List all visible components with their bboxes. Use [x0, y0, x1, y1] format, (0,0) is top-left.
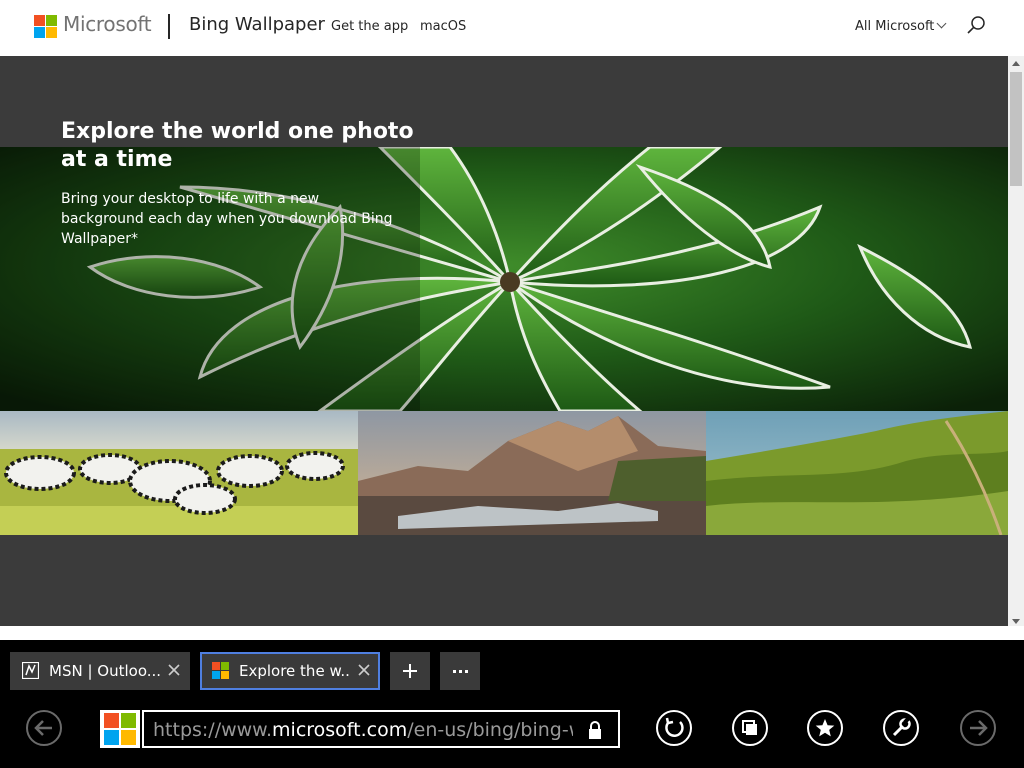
- tools-button[interactable]: [883, 710, 919, 746]
- scroll-up-icon[interactable]: [1012, 61, 1020, 66]
- site-identity-button[interactable]: [100, 710, 140, 748]
- tab-msn[interactable]: MSN | Outloo...: [10, 652, 190, 690]
- microsoft-logo-icon[interactable]: [34, 15, 57, 38]
- get-the-app-link[interactable]: Get the app: [331, 19, 408, 34]
- page-scrollbar[interactable]: [1008, 56, 1024, 630]
- top-navigation: Microsoft Bing Wallpaper Get the app mac…: [0, 0, 1008, 56]
- hero-succulent-image: [0, 147, 1008, 411]
- arrow-right-icon: [970, 720, 988, 736]
- tab-explore-active[interactable]: Explore the w...: [200, 652, 380, 690]
- microsoft-wordmark[interactable]: Microsoft: [63, 12, 152, 36]
- zebra-thumbnail: [0, 411, 358, 535]
- hero-subtitle: Bring your desktop to life with a new ba…: [61, 191, 393, 247]
- product-name-link[interactable]: Bing Wallpaper: [189, 14, 325, 35]
- wrench-icon: [892, 717, 911, 737]
- address-bar[interactable]: https://www.microsoft.com/en-us/bing/bin…: [142, 710, 620, 748]
- msn-icon: [22, 662, 39, 679]
- tabs-button[interactable]: [732, 710, 768, 746]
- scroll-down-icon[interactable]: [1012, 619, 1020, 624]
- all-microsoft-menu[interactable]: All Microsoft: [855, 18, 947, 34]
- refresh-icon: [665, 717, 684, 737]
- microsoft-logo-icon: [212, 662, 229, 679]
- new-tab-button[interactable]: [390, 652, 430, 690]
- close-icon[interactable]: [167, 663, 181, 677]
- star-icon: [815, 719, 835, 737]
- mountain-thumbnail: [358, 411, 706, 535]
- search-icon[interactable]: [966, 15, 986, 35]
- all-microsoft-label: All Microsoft: [855, 19, 935, 34]
- macos-link[interactable]: macOS: [420, 19, 466, 34]
- back-button[interactable]: [26, 710, 62, 746]
- arrow-left-icon: [34, 720, 52, 736]
- hero-title: Explore the world one photo at a time: [61, 119, 414, 172]
- scroll-thumb[interactable]: [1010, 72, 1022, 186]
- pages-icon: [742, 720, 757, 735]
- refresh-button[interactable]: [656, 710, 692, 746]
- url-domain: microsoft.com: [272, 719, 408, 741]
- chevron-down-icon: [936, 18, 947, 29]
- close-icon[interactable]: [357, 663, 371, 677]
- tab-label: MSN | Outloo...: [49, 662, 161, 680]
- favorites-button[interactable]: [807, 710, 843, 746]
- url-prefix: https://www.: [153, 719, 273, 741]
- microsoft-logo-icon: [104, 713, 136, 745]
- browser-chrome: MSN | Outloo... Explore the w...: [0, 640, 1024, 768]
- tab-label: Explore the w...: [239, 662, 351, 680]
- hero-section: Explore the world one photo at a time Br…: [0, 56, 1008, 626]
- tab-menu-button[interactable]: [440, 652, 480, 690]
- nav-divider: [168, 14, 170, 39]
- green-hills-thumbnail: [706, 411, 1008, 535]
- url-path: /en-us/bing/bing-w: [407, 719, 573, 741]
- lock-icon[interactable]: [587, 720, 603, 740]
- page-bottom-strip: [0, 626, 1024, 640]
- address-url[interactable]: https://www.microsoft.com/en-us/bing/bin…: [153, 719, 573, 741]
- forward-button[interactable]: [960, 710, 996, 746]
